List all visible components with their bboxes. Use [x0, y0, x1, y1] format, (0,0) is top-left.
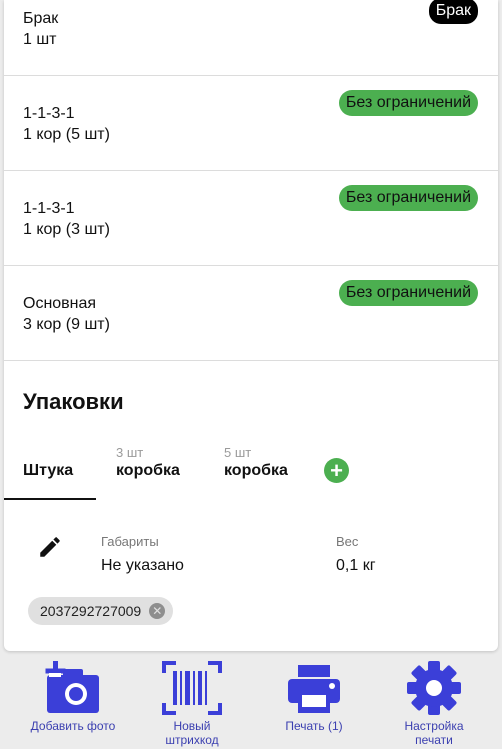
printer-icon — [270, 659, 358, 717]
stock-location: Брак — [23, 10, 59, 27]
tab-sublabel: 3 шт — [116, 445, 144, 460]
status-badge: Без ограничений — [338, 185, 478, 211]
stock-quantity: 1 кор (5 шт) — [23, 126, 110, 143]
stock-location: Основная — [23, 295, 97, 312]
dimensions-label: Габариты — [101, 534, 159, 549]
add-photo-icon — [22, 659, 124, 717]
product-card: Брак 1 шт Брак 1-1-3-1 1 кор (5 шт) Без … — [4, 0, 498, 651]
close-icon[interactable]: ✕ — [149, 603, 166, 619]
tab-label: Штука — [23, 462, 74, 479]
status-badge: Брак — [428, 0, 478, 24]
add-photo-button[interactable]: Добавить фото — [22, 659, 124, 733]
tab-piece[interactable]: Штука — [4, 440, 96, 500]
package-tabs: Штука 3 шт коробка 5 шт коробка + — [4, 440, 498, 500]
status-badge: Без ограничений — [338, 90, 478, 116]
tab-box-5[interactable]: 5 шт коробка — [224, 440, 314, 500]
stock-quantity: 1 шт — [23, 31, 57, 48]
barcode-scan-icon — [148, 659, 236, 717]
barcode-value: 2037292727009 — [40, 603, 142, 619]
print-settings-label-line2: печати — [415, 733, 453, 747]
stock-row[interactable]: Основная 3 кор (9 шт) Без ограничений — [4, 266, 498, 361]
stock-row[interactable]: 1-1-3-1 1 кор (3 шт) Без ограничений — [4, 171, 498, 266]
print-settings-label-line1: Настройка — [404, 719, 464, 733]
new-barcode-label-line2: штрихкод — [165, 733, 219, 747]
bottom-action-bar: Добавить фото Новый штрихкод Печать (1) … — [0, 651, 502, 749]
add-photo-label: Добавить фото — [30, 719, 116, 733]
tab-label: коробка — [224, 462, 288, 479]
print-button[interactable]: Печать (1) — [270, 659, 358, 733]
stock-quantity: 1 кор (3 шт) — [23, 221, 110, 238]
tab-label: коробка — [116, 462, 180, 479]
print-settings-button[interactable]: Настройка печати — [390, 659, 478, 747]
new-barcode-button[interactable]: Новый штрихкод — [148, 659, 236, 747]
stock-location: 1-1-3-1 — [23, 200, 75, 217]
weight-value: 0,1 кг — [336, 557, 376, 574]
stock-quantity: 3 кор (9 шт) — [23, 316, 110, 333]
status-badge: Без ограничений — [338, 280, 478, 306]
edit-icon[interactable] — [37, 534, 63, 560]
print-label: Печать (1) — [285, 719, 343, 733]
barcode-chip[interactable]: 2037292727009 ✕ — [28, 597, 174, 625]
tab-sublabel: 5 шт — [224, 445, 252, 460]
stock-row[interactable]: Брак 1 шт Брак — [4, 0, 498, 76]
dimensions-value: Не указано — [101, 557, 184, 574]
tab-box-3[interactable]: 3 шт коробка — [116, 440, 206, 500]
stock-location: 1-1-3-1 — [23, 105, 75, 122]
add-package-button[interactable]: + — [324, 458, 349, 483]
stock-row[interactable]: 1-1-3-1 1 кор (5 шт) Без ограничений — [4, 76, 498, 171]
new-barcode-label-line1: Новый — [173, 719, 211, 733]
gear-icon — [390, 659, 478, 717]
packages-title: Упаковки — [23, 389, 124, 414]
weight-label: Вес — [336, 534, 359, 549]
